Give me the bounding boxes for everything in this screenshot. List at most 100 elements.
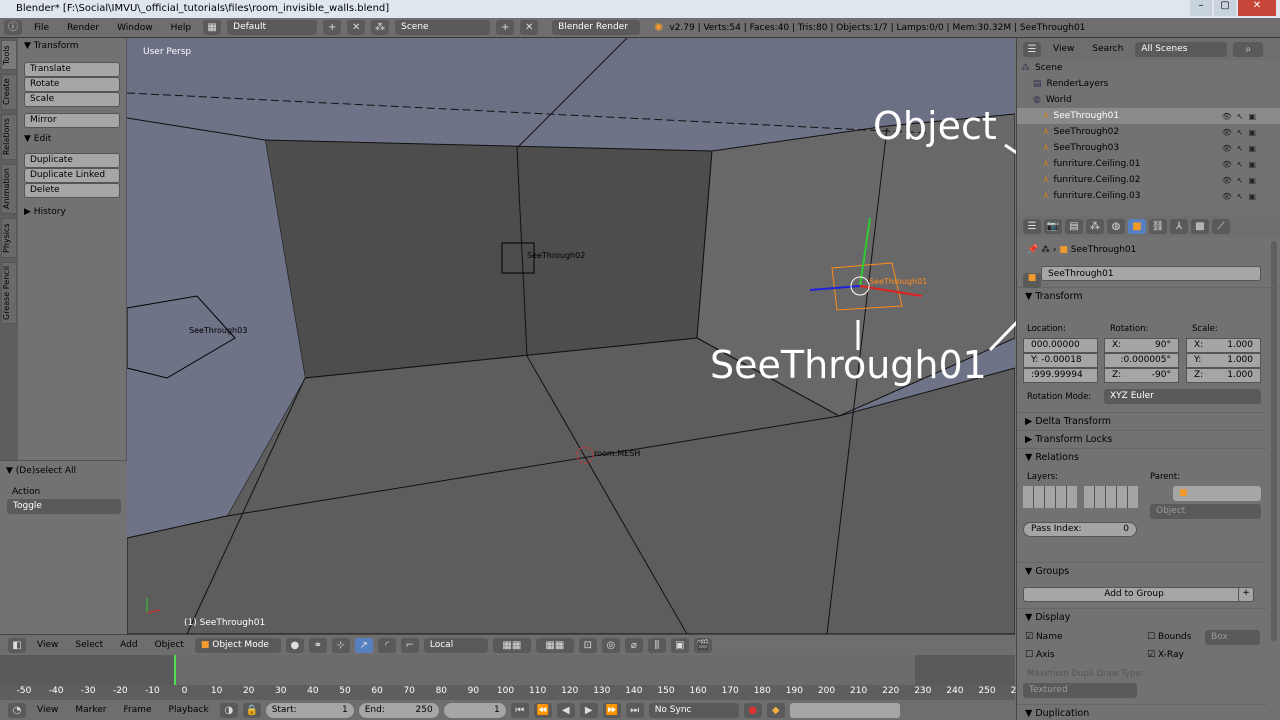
layers-tab-icon[interactable]: ▤ — [1065, 218, 1083, 234]
edit-panel-header[interactable]: ▼ Edit — [18, 131, 126, 147]
preview-range-icon[interactable]: ◑ — [219, 702, 238, 718]
cursor-icon[interactable]: ↖ — [1237, 160, 1244, 169]
orientation-select[interactable]: Local — [423, 637, 488, 653]
visibility-toggles[interactable]: 👁 ↖ ▣ — [1222, 160, 1256, 169]
render-icon[interactable]: ▣ — [670, 637, 689, 653]
camera-icon[interactable]: ▣ — [1248, 112, 1256, 121]
name-checkbox[interactable]: ☑ Name — [1025, 632, 1063, 642]
camera-icon[interactable]: ▣ — [1248, 144, 1256, 153]
translate-manipulator-icon[interactable]: ↗ — [354, 637, 373, 653]
bounds-type-select[interactable]: Box — [1205, 630, 1260, 645]
properties-editor-icon[interactable]: ☰ — [1023, 218, 1041, 234]
3d-viewport[interactable]: User Persp SeeThrough02 SeeThrough03 See… — [127, 38, 1015, 634]
render-anim-icon[interactable]: 🎬 — [693, 637, 712, 653]
keying-icon[interactable]: ◆ — [766, 702, 785, 718]
parent-type-select[interactable]: Object — [1150, 504, 1261, 519]
rotation-x-field[interactable]: X: 90° — [1104, 338, 1179, 353]
physics-tab-icon[interactable]: ⟋ — [1212, 218, 1230, 234]
visibility-toggles[interactable]: 👁 ↖ ▣ — [1222, 112, 1256, 121]
scene-tab-icon[interactable]: ⁂ — [1086, 218, 1104, 234]
visibility-toggles[interactable]: 👁 ↖ ▣ — [1222, 176, 1256, 185]
layers-grid-1[interactable] — [1023, 486, 1077, 508]
duplication-header[interactable]: ▼ Duplication — [1017, 704, 1267, 720]
history-panel-header[interactable]: ▶ History — [18, 204, 126, 220]
outliner-filter-select[interactable]: All Scenes — [1135, 41, 1228, 57]
editor-type-icon[interactable]: ◧ — [8, 637, 26, 653]
maximize-button[interactable]: ▢ — [1214, 0, 1236, 16]
visibility-toggles[interactable]: 👁 ↖ ▣ — [1222, 128, 1256, 137]
transform-locks-header[interactable]: ▶ Transform Locks — [1017, 430, 1267, 448]
tab-physics[interactable]: Physics — [1, 218, 17, 258]
eye-icon[interactable]: 👁 — [1222, 192, 1232, 201]
render-tab-icon[interactable]: 📷 — [1044, 218, 1062, 234]
transform-panel-header[interactable]: ▼ Transform — [18, 38, 126, 54]
proportional-icon[interactable]: ◎ — [601, 637, 620, 653]
outliner-item[interactable]: ◍ World — [1017, 92, 1280, 108]
rotate-button[interactable]: Rotate — [24, 77, 120, 92]
outliner-item[interactable]: ⅄ funriture.Ceiling.03 👁 ↖ ▣ — [1017, 188, 1280, 204]
play-reverse-icon[interactable]: ◀ — [556, 702, 575, 718]
outliner-item[interactable]: ⅄ SeeThrough03 👁 ↖ ▣ — [1017, 140, 1280, 156]
jump-end-icon[interactable]: ⏭ — [625, 702, 644, 718]
menu-file[interactable]: File — [28, 23, 55, 33]
object-tab-icon[interactable]: ■ — [1128, 218, 1146, 234]
scene-select[interactable]: Scene — [395, 20, 491, 35]
outliner-item[interactable]: ▤ RenderLayers — [1017, 76, 1280, 92]
data-tab-icon[interactable]: ⅄ — [1170, 218, 1188, 234]
layers2-icon[interactable]: ▦▦ — [535, 637, 574, 653]
scale-manipulator-icon[interactable]: ⌐ — [400, 637, 419, 653]
timeline-menu-frame[interactable]: Frame — [117, 705, 157, 715]
visibility-toggles[interactable]: 👁 ↖ ▣ — [1222, 144, 1256, 153]
dupli-draw-select[interactable]: Textured — [1023, 683, 1137, 698]
delta-transform-header[interactable]: ▶ Delta Transform — [1017, 412, 1267, 430]
rotation-y-field[interactable]: :0.000005° — [1104, 353, 1179, 368]
start-frame-field[interactable]: Start: 1 — [265, 702, 354, 718]
layout-icon[interactable]: ▦ — [203, 20, 222, 35]
manipulator-icon[interactable]: ⊹ — [331, 637, 350, 653]
relations-header[interactable]: ▼ Relations — [1017, 448, 1267, 466]
scale-button[interactable]: Scale — [24, 92, 120, 107]
record-icon[interactable]: ● — [743, 702, 762, 718]
scale-y-field[interactable]: Y: 1.000 — [1186, 353, 1261, 368]
bounds-checkbox[interactable]: ☐ Bounds — [1147, 632, 1191, 642]
cursor-icon[interactable]: ↖ — [1237, 192, 1244, 201]
cursor-icon[interactable]: ↖ — [1237, 144, 1244, 153]
menu-object[interactable]: Object — [149, 640, 190, 650]
scale-z-field[interactable]: Z: 1.000 — [1186, 368, 1261, 383]
timeline-menu-playback[interactable]: Playback — [163, 705, 215, 715]
add-scene-icon[interactable]: + — [496, 20, 515, 35]
current-frame-field[interactable]: 1 — [443, 702, 506, 718]
jump-key-forward-icon[interactable]: ⏩ — [602, 702, 621, 718]
layers-icon[interactable]: ▦▦ — [492, 637, 531, 653]
current-frame-line[interactable] — [174, 655, 176, 685]
mirror-button[interactable]: Mirror — [24, 113, 120, 128]
camera-icon[interactable]: ▣ — [1248, 192, 1256, 201]
rotate-manipulator-icon[interactable]: ◜ — [377, 637, 396, 653]
cursor-icon[interactable]: ↖ — [1237, 112, 1244, 121]
cursor-icon[interactable]: ↖ — [1237, 128, 1244, 137]
snap-element-icon[interactable]: ⫼ — [647, 637, 666, 653]
search-icon[interactable]: ⌕ — [1233, 41, 1264, 57]
lock-camera-icon[interactable]: ⊡ — [578, 637, 597, 653]
rotation-z-field[interactable]: Z: -90° — [1104, 368, 1179, 383]
timeline[interactable]: -50 -40 -30 -20 -10 0 10 20 30 40 50 60 70 80 90 100 110… — [0, 655, 1092, 700]
parent-field[interactable]: ■ — [1173, 486, 1261, 501]
eye-icon[interactable]: 👁 — [1222, 144, 1232, 153]
outliner-menu-search[interactable]: Search — [1086, 44, 1129, 54]
tab-grease-pencil[interactable]: Grease Pencil — [1, 262, 17, 324]
timeline-menu-marker[interactable]: Marker — [69, 705, 112, 715]
world-tab-icon[interactable]: ◍ — [1107, 218, 1125, 234]
menu-window[interactable]: Window — [111, 23, 159, 33]
eye-icon[interactable]: 👁 — [1222, 112, 1232, 121]
add-group-plus-icon[interactable]: + — [1238, 587, 1254, 602]
properties-scrollbar[interactable] — [1271, 241, 1277, 641]
keying-set-field[interactable] — [789, 702, 900, 718]
tab-relations[interactable]: Relations — [1, 114, 17, 160]
close-button[interactable]: ✕ — [1238, 0, 1276, 16]
texture-tab-icon[interactable]: ▩ — [1191, 218, 1209, 234]
add-to-group-button[interactable]: Add to Group — [1023, 587, 1245, 602]
action-select[interactable]: Toggle — [7, 499, 121, 514]
camera-icon[interactable]: ▣ — [1248, 160, 1256, 169]
tab-animation[interactable]: Animation — [1, 164, 17, 214]
remove-layout-icon[interactable]: ✕ — [347, 20, 366, 35]
